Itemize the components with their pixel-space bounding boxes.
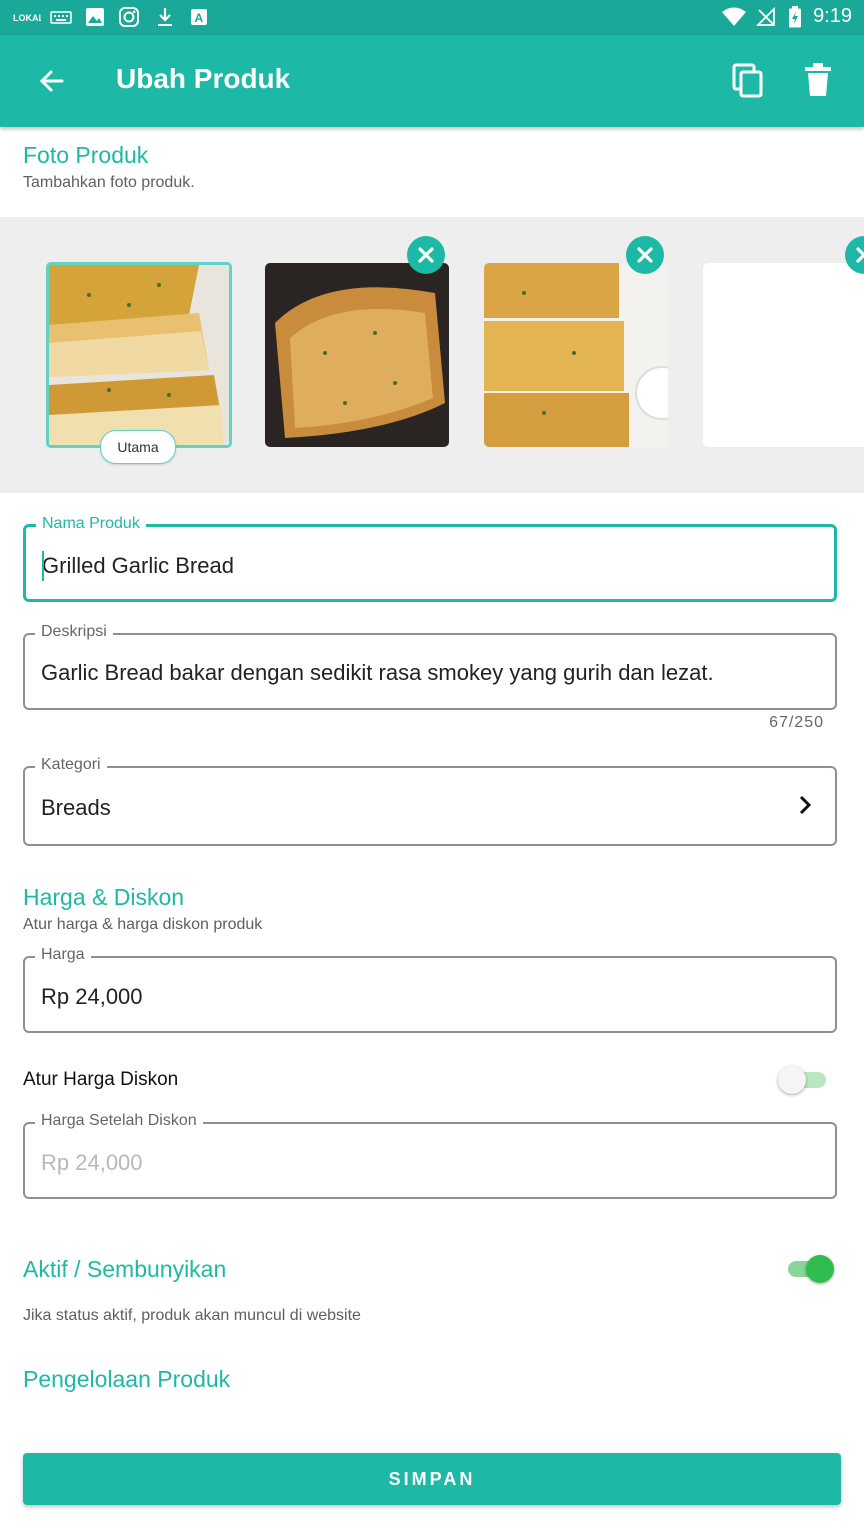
back-arrow-icon[interactable]	[36, 65, 68, 97]
pricing-section-title: Harga & Diskon	[23, 884, 185, 910]
discount-toggle-label: Atur Harga Diskon	[23, 1069, 179, 1090]
photo-section-subtitle: Tambahkan foto produk.	[23, 174, 195, 191]
save-button[interactable]: SIMPAN	[23, 1453, 841, 1505]
description-counter: 67/250	[769, 714, 824, 731]
remove-photo-3-button[interactable]	[626, 236, 664, 274]
pricing-section-subtitle: Atur harga & harga diskon produk	[23, 916, 263, 933]
close-icon	[637, 247, 653, 263]
remove-photo-2-button[interactable]	[407, 236, 445, 274]
description-input[interactable]: Garlic Bread bakar dengan sedikit rasa s…	[41, 660, 714, 686]
battery-charging-icon	[786, 6, 804, 28]
category-label: Kategori	[35, 756, 107, 774]
active-toggle-thumb	[806, 1255, 834, 1283]
product-name-field[interactable]: Nama Produk Grilled Garlic Bread	[23, 515, 837, 602]
product-photo-3[interactable]	[484, 263, 668, 447]
description-label: Deskripsi	[35, 623, 113, 641]
chevron-right-icon	[797, 794, 813, 821]
app-bar: Ubah Produk	[0, 35, 864, 127]
active-section-title: Aktif / Sembunyikan	[23, 1256, 227, 1282]
discount-price-field: Harga Setelah Diskon Rp 24,000	[23, 1112, 837, 1199]
close-icon	[418, 247, 434, 263]
copy-icon[interactable]	[730, 63, 766, 99]
close-icon	[856, 247, 864, 263]
instagram-icon	[118, 6, 140, 28]
product-photo-main[interactable]	[46, 262, 232, 448]
main-photo-badge: Utama	[100, 430, 176, 464]
empty-photo-slot[interactable]	[703, 263, 864, 447]
price-input[interactable]: Rp 24,000	[41, 984, 143, 1010]
category-field[interactable]: Kategori Breads	[23, 756, 837, 846]
download-icon	[154, 6, 176, 28]
price-field[interactable]: Harga Rp 24,000	[23, 946, 837, 1033]
discount-toggle-thumb	[778, 1066, 806, 1094]
text-icon: A	[188, 6, 210, 28]
discount-price-input: Rp 24,000	[41, 1150, 143, 1175]
discount-toggle[interactable]	[776, 1064, 830, 1096]
text-cursor	[42, 551, 44, 581]
product-name-input[interactable]: Grilled Garlic Bread	[42, 553, 234, 579]
active-toggle[interactable]	[784, 1253, 838, 1285]
status-bar: LOKAL A 9:19	[0, 0, 864, 35]
product-name-label: Nama Produk	[36, 515, 146, 533]
status-time: 9:19	[813, 5, 852, 27]
svg-text:LOKAL: LOKAL	[13, 13, 41, 23]
management-section-title[interactable]: Pengelolaan Produk	[23, 1366, 230, 1393]
no-signal-icon	[754, 6, 778, 28]
active-section-subtitle: Jika status aktif, produk akan muncul di…	[23, 1307, 361, 1324]
description-field[interactable]: Deskripsi Garlic Bread bakar dengan sedi…	[23, 623, 837, 710]
photo-section-title: Foto Produk	[23, 142, 149, 168]
lokal-logo: LOKAL	[12, 6, 42, 28]
discount-price-label: Harga Setelah Diskon	[35, 1112, 203, 1130]
category-value: Breads	[41, 795, 111, 820]
page-title: Ubah Produk	[116, 63, 291, 94]
product-photo-2[interactable]	[265, 263, 449, 447]
svg-text:A: A	[195, 11, 204, 25]
keyboard-icon	[50, 6, 72, 28]
image-icon	[84, 6, 106, 28]
price-label: Harga	[35, 946, 91, 964]
delete-icon[interactable]	[803, 63, 833, 97]
wifi-icon	[720, 6, 748, 28]
